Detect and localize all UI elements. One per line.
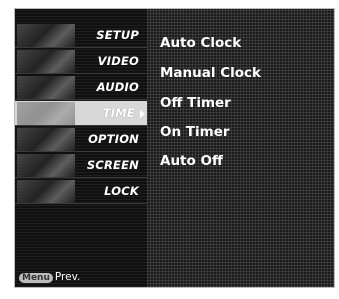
lock-icon xyxy=(17,180,75,203)
submenu-item-manual-clock[interactable]: Manual Clock xyxy=(160,65,261,81)
sidebar-item-label: TIME xyxy=(102,106,135,120)
prev-label: Prev. xyxy=(54,271,81,283)
clock-icon xyxy=(17,102,75,125)
sidebar-item-label: LOCK xyxy=(104,184,139,198)
sidebar-item-label: SCREEN xyxy=(86,158,139,172)
sidebar-item-label: OPTION xyxy=(88,132,139,146)
satellite-icon xyxy=(17,24,75,47)
submenu-item-on-timer[interactable]: On Timer xyxy=(160,124,230,140)
sidebar-item-audio[interactable]: AUDIO xyxy=(15,75,147,100)
sidebar-item-label: AUDIO xyxy=(96,80,139,94)
option-icon xyxy=(17,128,75,151)
sidebar-item-label: SETUP xyxy=(96,28,139,42)
screen-icon xyxy=(17,154,75,177)
sidebar-item-screen[interactable]: SCREEN xyxy=(15,153,147,178)
sidebar-item-label: VIDEO xyxy=(97,54,139,68)
speaker-icon xyxy=(17,76,75,99)
sidebar-item-time[interactable]: TIME xyxy=(15,101,147,126)
sidebar-item-video[interactable]: VIDEO xyxy=(15,49,147,74)
submenu-item-auto-off[interactable]: Auto Off xyxy=(160,153,223,169)
menu-key-icon: Menu xyxy=(19,273,53,283)
osd-menu: SETUP VIDEO AUDIO TIME OPTION SCREEN LOC… xyxy=(14,8,335,288)
arrow-right-icon xyxy=(140,110,145,118)
film-icon xyxy=(17,50,75,73)
sidebar-item-setup[interactable]: SETUP xyxy=(15,23,147,48)
submenu-item-off-timer[interactable]: Off Timer xyxy=(160,95,231,111)
sidebar-item-lock[interactable]: LOCK xyxy=(15,179,147,204)
submenu-item-auto-clock[interactable]: Auto Clock xyxy=(160,35,241,51)
sidebar-item-option[interactable]: OPTION xyxy=(15,127,147,152)
category-sidebar: SETUP VIDEO AUDIO TIME OPTION SCREEN LOC… xyxy=(15,9,147,287)
footer-hint: Menu Prev. xyxy=(19,271,80,283)
